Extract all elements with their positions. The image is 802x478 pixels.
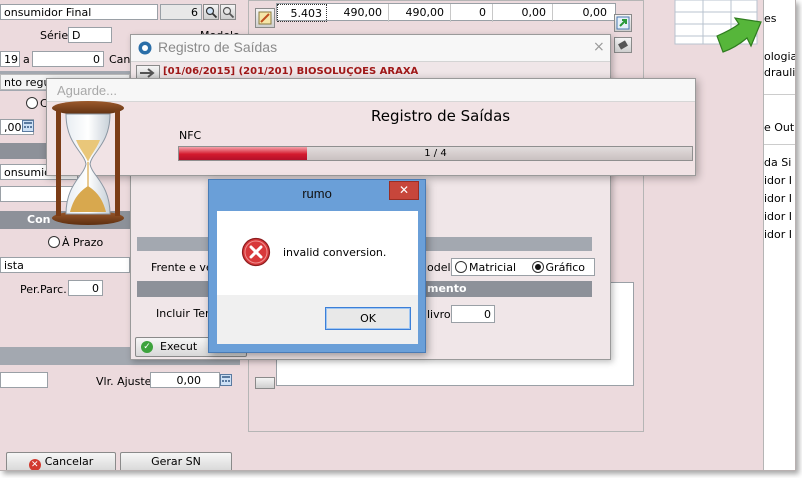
table-cell: 490,00 [327, 4, 389, 22]
serie-field[interactable]: D [68, 27, 112, 43]
conditions-header-label: Con [27, 213, 51, 226]
customer-code-field[interactable]: 6 [160, 4, 202, 20]
calculator-icon[interactable] [22, 120, 34, 132]
per-parc-label: Per.Parc. [20, 283, 67, 296]
list-divider [764, 94, 795, 95]
radio-grafico[interactable]: Gráfico [531, 261, 586, 274]
magnifier-icon [205, 6, 218, 19]
serie-label: Série [40, 29, 69, 42]
cancel-button[interactable]: ✕ Cancelar [6, 452, 116, 470]
progress-heading: Registro de Saídas [371, 107, 511, 125]
check-icon: ✓ [141, 341, 153, 353]
spreadsheet-export-icon[interactable] [673, 0, 765, 60]
list-item[interactable]: e Out [764, 121, 794, 134]
execute-button-label: Execut [160, 340, 198, 353]
export-icon [616, 16, 630, 30]
livro-label: livro [427, 308, 451, 321]
list-item[interactable]: es [764, 12, 777, 25]
table-cell: 0,00 [582, 6, 608, 19]
list-item[interactable]: idor I [764, 192, 792, 205]
progress-title: Aguarde... [57, 83, 117, 98]
edit-button[interactable] [255, 8, 275, 28]
vlr-ajuste-label: Vlr. Ajuste [96, 375, 152, 388]
edit-icon [258, 11, 272, 25]
a-prazo-label: À Prazo [62, 236, 104, 249]
grafico-label: Gráfico [545, 261, 586, 274]
impressao-header-label: mento [427, 282, 467, 295]
table-cell: 0 [451, 4, 493, 22]
radio-a-prazo[interactable]: À Prazo [48, 236, 103, 249]
magnifier-icon [222, 6, 235, 19]
error-button-area: OK [217, 295, 418, 344]
table-cell[interactable]: 5.403 [277, 4, 327, 22]
table-row[interactable]: 5.403 490,00 490,00 0 0,00 0,00 [276, 3, 616, 22]
eraser-button[interactable] [614, 37, 632, 53]
modelo-options: Matricial Gráfico [451, 258, 595, 276]
hourglass-icon [52, 101, 124, 225]
cancel-button-label: Cancelar [44, 455, 94, 468]
error-dialog: rumo ✕ invalid conversion. OK [208, 179, 426, 353]
range-end-field[interactable]: 0 [32, 51, 104, 67]
radio-c[interactable]: C [26, 97, 48, 110]
progress-titlebar: Aguarde... [47, 79, 695, 102]
per-parc-field[interactable]: 0 [68, 280, 103, 296]
frente-label: Frente e ve [151, 261, 213, 274]
list-item[interactable]: draulic [764, 66, 795, 79]
livro-field[interactable]: 0 [451, 305, 495, 323]
export-button[interactable] [614, 14, 632, 32]
close-icon[interactable]: × [593, 39, 605, 55]
gerar-sn-label: Gerar SN [151, 455, 201, 468]
list-item[interactable]: da Si [764, 156, 791, 169]
search-customer-alt-button[interactable] [220, 4, 236, 20]
a-label: a [23, 53, 30, 66]
list-divider [764, 144, 795, 145]
customer-field[interactable]: onsumidor Final [0, 4, 158, 20]
progress-text: 1 / 4 [424, 148, 447, 159]
can-label: Can [109, 53, 131, 66]
close-icon[interactable]: ✕ [389, 181, 419, 200]
gerar-sn-button[interactable]: Gerar SN [120, 452, 232, 470]
number-field[interactable]: 19 [0, 51, 20, 67]
app-logo-icon [138, 41, 152, 55]
error-message: invalid conversion. [283, 246, 387, 259]
list-item[interactable]: idor I [764, 174, 792, 187]
calculator-icon[interactable] [220, 374, 232, 386]
left-bottom-field[interactable] [0, 372, 48, 388]
search-customer-button[interactable] [203, 4, 219, 20]
vlr-ajuste-field[interactable]: 0,00 [150, 372, 220, 388]
cancel-icon: ✕ [28, 459, 41, 470]
progress-window: Aguarde... Registro de Saídas NFC 1 / 4 [46, 78, 696, 176]
eraser-icon [618, 40, 628, 50]
payment-field[interactable]: ista [0, 257, 130, 273]
error-message-area: invalid conversion. [217, 211, 418, 295]
table-cell: 0,00 [493, 4, 553, 22]
radio-matricial[interactable]: Matricial [455, 261, 516, 274]
ok-button[interactable]: OK [325, 307, 411, 330]
table-cell: 490,00 [389, 4, 451, 22]
error-icon [241, 237, 271, 267]
registro-titlebar: Registro de Saídas × [131, 35, 610, 62]
registro-title: Registro de Saídas [158, 39, 278, 55]
progress-stage-label: NFC [179, 129, 202, 142]
progress-bar: 1 / 4 [178, 146, 693, 161]
bottom-tool-button[interactable] [255, 377, 275, 389]
matricial-label: Matricial [469, 261, 517, 274]
list-item[interactable]: ologia [764, 50, 795, 63]
list-item[interactable]: idor I [764, 228, 792, 241]
list-item[interactable]: idor I [764, 210, 792, 223]
